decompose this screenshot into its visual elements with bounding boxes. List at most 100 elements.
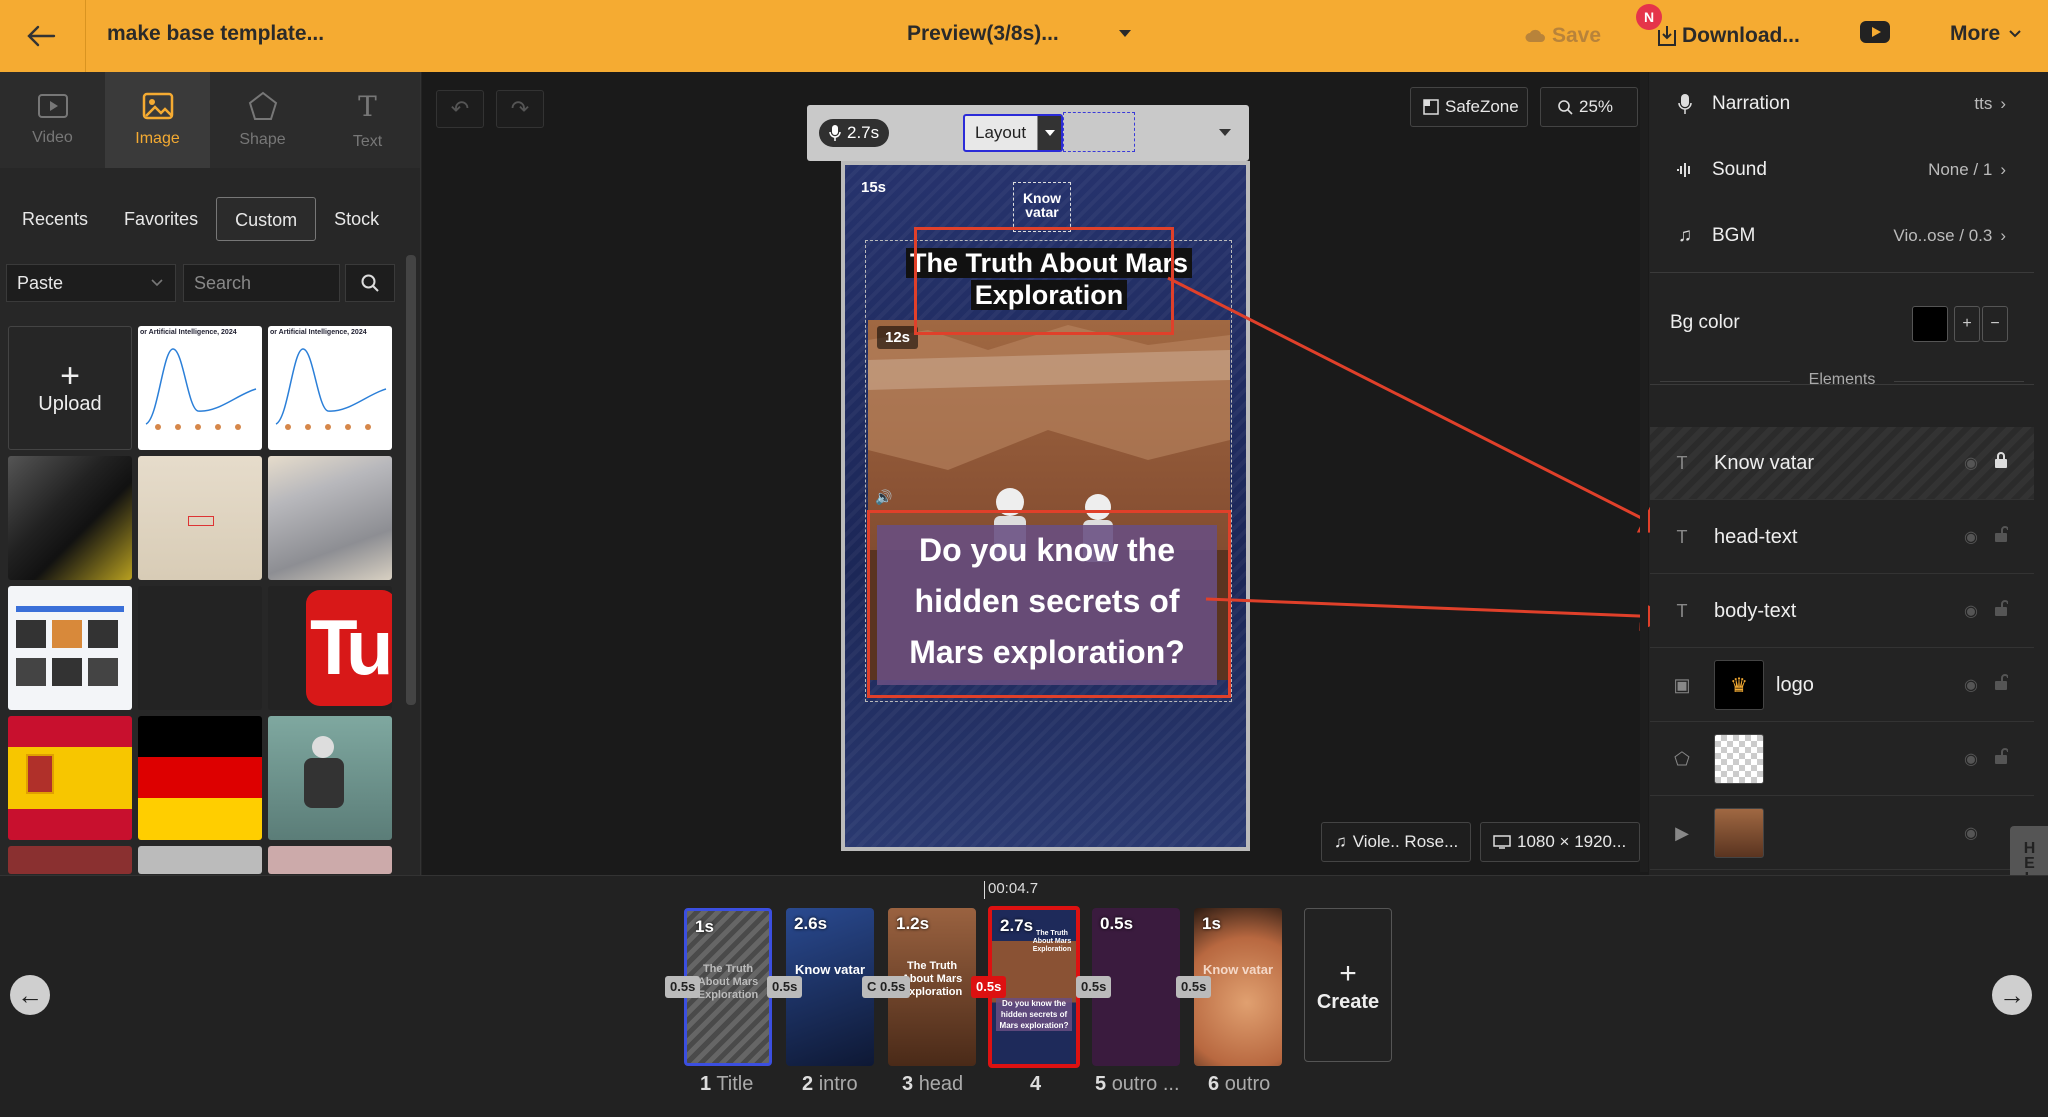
narration-value: tts — [1974, 94, 1993, 113]
speaker-icon[interactable]: 🔊 — [875, 489, 892, 506]
media-thumb-chart-1[interactable]: or Artificial Intelligence, 2024 — [138, 326, 262, 450]
preview-dropdown[interactable]: Preview(3/8s)... — [907, 22, 1059, 46]
timeline-cursor[interactable]: 00:04.7 — [983, 880, 1038, 899]
element-row-head-text[interactable]: T head-text ◉ — [1650, 501, 2034, 574]
bg-color-remove-button[interactable]: − — [1982, 306, 2008, 342]
undo-button[interactable]: ↶ — [436, 90, 484, 128]
scroll-right-button[interactable]: → — [1992, 975, 2032, 1015]
scene-number: 5 — [1095, 1073, 1107, 1095]
layout-dropdown[interactable]: Layout — [963, 114, 1063, 152]
media-thumb-building[interactable] — [138, 846, 262, 874]
zoom-button[interactable]: 25% — [1540, 87, 1638, 127]
safezone-button[interactable]: SafeZone — [1410, 87, 1528, 127]
eye-icon[interactable]: ◉ — [1964, 453, 1978, 473]
lock-icon[interactable] — [1994, 451, 2008, 475]
transition-chip[interactable]: 0.5s — [1076, 976, 1112, 998]
more-menu[interactable]: More — [1950, 22, 2022, 46]
media-thumb-chart-2[interactable]: or Artificial Intelligence, 2024 — [268, 326, 392, 450]
tab-recents[interactable]: Recents — [4, 197, 106, 241]
tab-text[interactable]: T Text — [315, 72, 420, 168]
canvas-scrollbar[interactable] — [1640, 72, 1648, 872]
youtube-icon[interactable] — [1860, 21, 1890, 43]
tool-tabs: Video Image Shape T Text — [0, 72, 420, 168]
tab-custom[interactable]: Custom — [216, 197, 317, 241]
scene-label-6: 6 outro — [1208, 1073, 1270, 1096]
logo-element[interactable]: Know vatar — [1013, 182, 1071, 232]
media-thumb-crowd[interactable] — [8, 846, 132, 874]
back-arrow-icon[interactable] — [24, 20, 58, 52]
unlock-icon[interactable] — [1994, 525, 2009, 549]
eye-icon[interactable]: ◉ — [1964, 601, 1978, 621]
project-title[interactable]: make base template... — [107, 22, 324, 46]
media-thumb-youtube[interactable]: Tu — [268, 586, 392, 710]
upload-button[interactable]: + Upload — [8, 326, 132, 450]
media-thumb-laptop-parts[interactable] — [8, 456, 132, 580]
tab-label: Video — [32, 129, 73, 146]
tab-stock[interactable]: Stock — [316, 197, 397, 241]
hype-curve-graphic — [145, 348, 257, 430]
tab-video[interactable]: Video — [0, 72, 105, 168]
eye-icon[interactable]: ◉ — [1964, 675, 1978, 695]
element-row-know-vatar[interactable]: T Know vatar ◉ — [1650, 427, 2034, 500]
eye-icon[interactable]: ◉ — [1964, 527, 1978, 547]
left-scrollbar[interactable] — [406, 255, 416, 705]
chevron-down-icon[interactable] — [1219, 129, 1231, 136]
transition-chip[interactable]: C 0.5s — [862, 976, 911, 998]
notification-badge[interactable]: N — [1636, 4, 1662, 30]
tab-shape[interactable]: Shape — [210, 72, 315, 168]
element-row-shape[interactable]: ⬠ ◉ — [1650, 723, 2034, 796]
duration-badge: 15s — [861, 179, 887, 196]
element-row-video[interactable]: ▶ ◉ — [1650, 797, 2034, 870]
eye-icon[interactable]: ◉ — [1964, 749, 1978, 769]
transition-chip[interactable]: 0.5s — [665, 976, 701, 998]
element-label: head-text — [1714, 525, 1798, 548]
tab-favorites[interactable]: Favorites — [106, 197, 216, 241]
unlock-icon[interactable] — [1994, 747, 2009, 771]
transition-chip-selected[interactable]: 0.5s — [971, 976, 1007, 998]
media-thumb-webpage[interactable] — [8, 586, 132, 710]
unlock-icon[interactable] — [1994, 599, 2009, 623]
save-button[interactable]: Save — [1524, 20, 1601, 52]
redo-button[interactable]: ↷ — [496, 90, 544, 128]
bg-color-add-button[interactable]: + — [1954, 306, 1980, 342]
scene-duration-chip[interactable]: 2.7s — [819, 119, 890, 147]
media-thumb-germany-flag[interactable] — [138, 716, 262, 840]
scene-caption-top: The Truth About Mars Exploration — [1032, 930, 1072, 953]
text-type-icon: T — [1676, 600, 1688, 621]
media-thumb-spain-flag[interactable] — [8, 716, 132, 840]
dimensions-button[interactable]: 1080 × 1920... — [1480, 822, 1640, 862]
paste-select-value: Paste — [17, 273, 64, 293]
media-thumb-laptop[interactable] — [268, 456, 392, 580]
download-button[interactable]: Download... — [1656, 20, 1800, 52]
transition-chip[interactable]: 0.5s — [767, 976, 803, 998]
chevron-down-icon[interactable] — [1037, 116, 1061, 150]
tab-image[interactable]: Image — [105, 72, 210, 168]
bg-color-swatch[interactable] — [1912, 306, 1948, 342]
element-row-body-text[interactable]: T body-text ◉ — [1650, 575, 2034, 648]
element-row-logo[interactable]: ▣ ♛ logo ◉ — [1650, 649, 2034, 722]
unlock-icon[interactable] — [1994, 673, 2009, 697]
cloud-upload-icon — [1525, 29, 1545, 42]
transition-chip[interactable]: 0.5s — [1176, 976, 1212, 998]
eye-icon[interactable]: ◉ — [1964, 823, 1978, 843]
chart-thumb-caption: or Artificial Intelligence, 2024 — [140, 329, 237, 336]
save-label: Save — [1552, 24, 1602, 47]
search-input[interactable]: Search — [183, 264, 340, 302]
scroll-left-button[interactable]: ← — [10, 975, 50, 1015]
create-scene-button[interactable]: + Create — [1304, 908, 1392, 1062]
image-type-icon: ▣ — [1673, 674, 1691, 695]
media-thumb-dark[interactable] — [138, 586, 262, 710]
video-preview-frame[interactable]: 15s 12s 🔊 Know vatar The Truth About Mar… — [841, 161, 1250, 851]
music-button[interactable]: ♫ Viole.. Rose... — [1321, 822, 1471, 862]
media-thumb-baseball-player[interactable] — [268, 716, 392, 840]
chevron-down-icon[interactable] — [1119, 30, 1131, 37]
sound-row[interactable]: Sound None / 1 › — [1650, 138, 2030, 202]
narration-label: Narration — [1712, 93, 1791, 114]
search-button[interactable] — [345, 264, 395, 302]
bgm-row[interactable]: ♫ BGM Vio..ose / 0.3 › — [1650, 204, 2030, 268]
media-thumb-room[interactable] — [268, 846, 392, 874]
narration-row[interactable]: Narration tts › — [1650, 72, 2030, 136]
paste-select[interactable]: Paste — [6, 264, 176, 302]
media-thumb-paper[interactable] — [138, 456, 262, 580]
scene-duration: 2.7s — [847, 123, 880, 142]
